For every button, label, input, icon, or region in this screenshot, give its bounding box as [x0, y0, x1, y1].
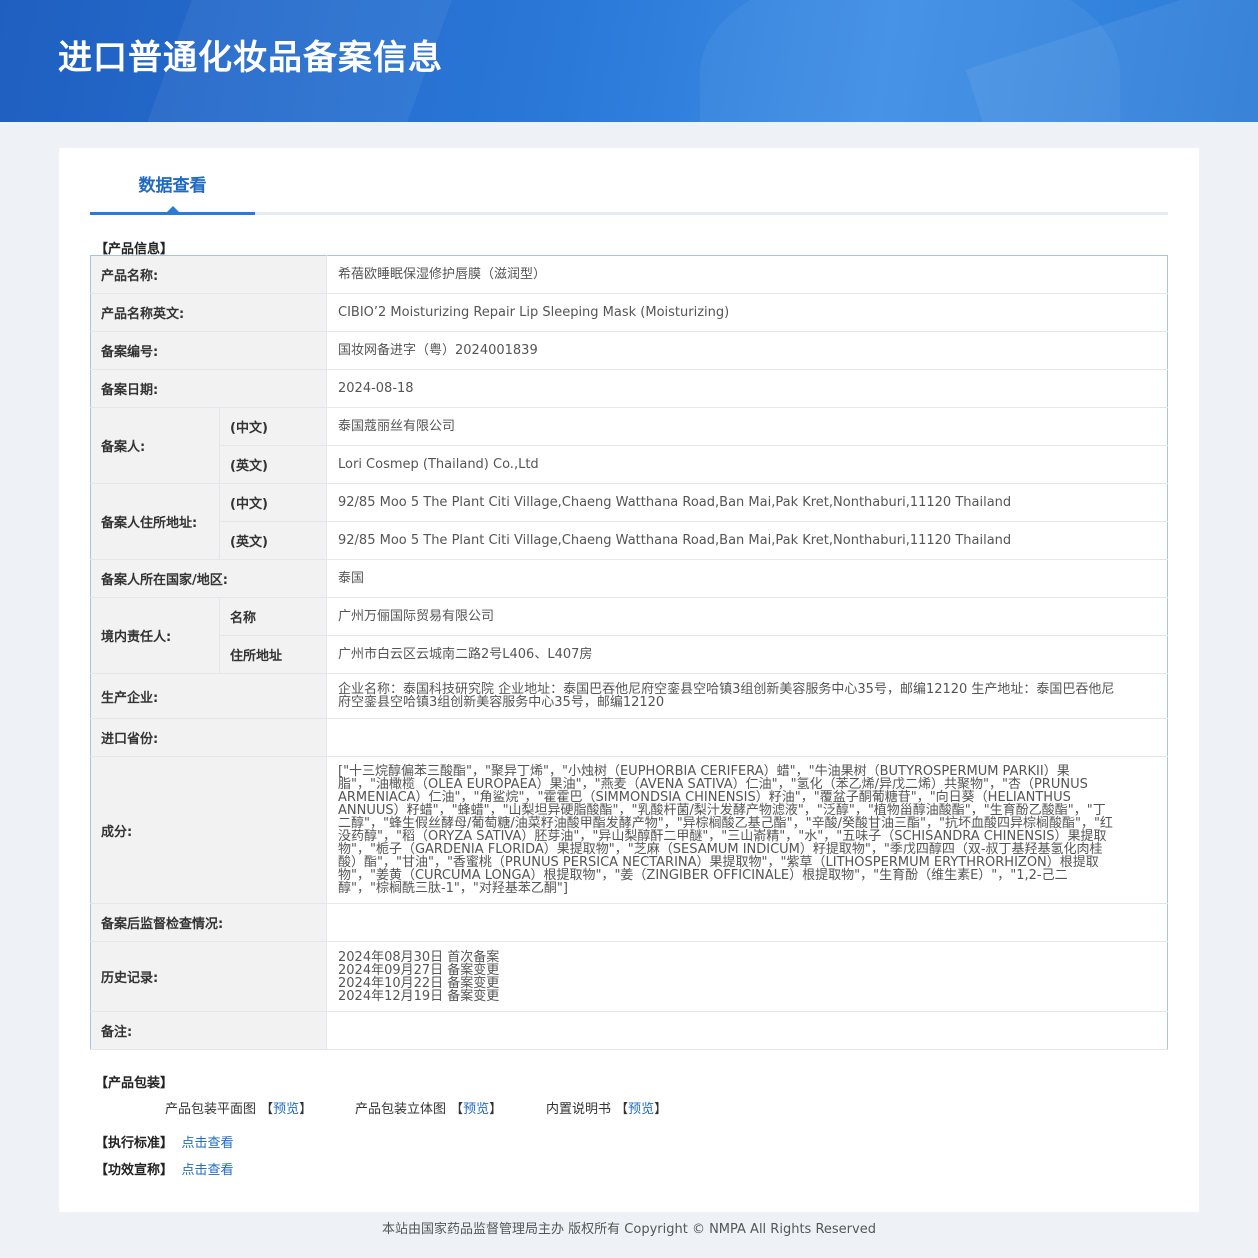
table-row: 产品名称英文: CIBIO’2 Moisturizing Repair Lip …	[90, 293, 1168, 332]
package-3d-preview-link[interactable]: 预览	[463, 1102, 489, 1117]
table-row: (英文) 92/85 Moo 5 The Plant Citi Village,…	[91, 521, 1168, 560]
package-3d-item: 产品包装立体图 【预览】	[355, 1098, 502, 1117]
product-info-table: 产品名称: 希蓓欧睡眠保湿修护唇膜（滋润型） 产品名称英文: CIBIO’2 M…	[90, 255, 1168, 1050]
registration-date-value: 2024-08-18	[326, 369, 1168, 408]
supervision-value	[326, 903, 1168, 942]
history-item: 2024年09月27日 备案变更	[338, 962, 500, 978]
product-name-en-value: CIBIO’2 Moisturizing Repair Lip Sleeping…	[326, 293, 1168, 332]
row-label: 备注:	[90, 1011, 327, 1050]
package-flat-label: 产品包装平面图 【	[165, 1102, 274, 1117]
content-card: 数据查看 【产品信息】 产品名称: 希蓓欧睡眠保湿修护唇膜（滋润型） 产品名称英…	[59, 148, 1199, 1212]
row-sublabel: (中文)	[219, 407, 327, 446]
section-packaging: 【产品包装】	[95, 1076, 174, 1091]
table-row: 生产企业: 企业名称：泰国科技研究院 企业地址：泰国巴吞他尼府空銮县空哈镇3组创…	[90, 673, 1168, 719]
efficacy-label: 【功效宣称】	[95, 1163, 174, 1178]
manual-item: 内置说明书 【预览】	[546, 1098, 667, 1117]
table-row: 备案后监督检查情况:	[90, 903, 1168, 942]
package-flat-preview-link[interactable]: 预览	[273, 1102, 299, 1117]
row-label: 成分:	[90, 756, 327, 904]
row-sublabel: 住所地址	[219, 635, 327, 674]
tab-bar: 数据查看	[90, 148, 1168, 215]
history-value: 2024年08月30日 首次备案 2024年09月27日 备案变更 2024年1…	[326, 941, 1168, 1012]
remark-value	[326, 1011, 1168, 1050]
row-label: 备案编号:	[90, 331, 327, 370]
page-title: 进口普通化妆品备案信息	[58, 38, 443, 78]
country-value: 泰国	[326, 559, 1168, 598]
row-label: 产品名称英文:	[90, 293, 327, 332]
row-label: 备案人住所地址:	[90, 483, 220, 560]
table-row: 历史记录: 2024年08月30日 首次备案 2024年09月27日 备案变更 …	[90, 941, 1168, 1012]
row-sublabel: 名称	[219, 597, 327, 636]
table-row: 备案人: (中文) 泰国蔻丽丝有限公司	[90, 407, 1168, 484]
registration-number-value: 国妆网备进字（粤）2024001839	[326, 331, 1168, 370]
history-item: 2024年10月22日 备案变更	[338, 975, 500, 991]
table-row: 备案日期: 2024-08-18	[90, 369, 1168, 408]
row-sublabel: (英文)	[219, 521, 327, 560]
row-label: 备案后监督检查情况:	[90, 903, 327, 942]
efficacy-view-link[interactable]: 点击查看	[182, 1163, 234, 1178]
product-name-value: 希蓓欧睡眠保湿修护唇膜（滋润型）	[326, 255, 1168, 294]
row-label: 历史记录:	[90, 941, 327, 1012]
table-row: (英文) Lori Cosmep (Thailand) Co.,Ltd	[91, 445, 1168, 484]
tab-data-view[interactable]: 数据查看	[90, 148, 255, 215]
table-row: 备案人所在国家/地区: 泰国	[90, 559, 1168, 598]
section-standard: 【执行标准】 点击查看	[95, 1132, 234, 1151]
bracket-end: 】	[489, 1102, 503, 1117]
row-label: 境内责任人:	[90, 597, 220, 674]
footer-copyright: 本站由国家药品监督管理局主办 版权所有 Copyright © NMPA All…	[382, 1222, 876, 1237]
standard-label: 【执行标准】	[95, 1136, 174, 1151]
table-row: 成分: ["十三烷醇偏苯三酸酯"，"聚异丁烯"，"小烛树（EUPHORBIA C…	[90, 756, 1168, 904]
ingredients-value: ["十三烷醇偏苯三酸酯"，"聚异丁烯"，"小烛树（EUPHORBIA CERIF…	[326, 756, 1168, 904]
bracket-end: 】	[299, 1102, 313, 1117]
section-efficacy: 【功效宣称】 点击查看	[95, 1159, 234, 1178]
tab-caret-icon	[167, 206, 179, 212]
table-row: 进口省份:	[90, 718, 1168, 757]
table-row: 备案编号: 国妆网备进字（粤）2024001839	[90, 331, 1168, 370]
manufacturer-value: 企业名称：泰国科技研究院 企业地址：泰国巴吞他尼府空銮县空哈镇3组创新美容服务中…	[326, 673, 1168, 719]
import-province-value	[326, 718, 1168, 757]
applicant-en-value: Lori Cosmep (Thailand) Co.,Ltd	[326, 445, 1168, 484]
row-label: 生产企业:	[90, 673, 327, 719]
history-item: 2024年12月19日 备案变更	[338, 988, 500, 1004]
row-sublabel: (中文)	[219, 483, 327, 522]
table-row: 境内责任人: 名称 广州万俪国际贸易有限公司	[90, 597, 1168, 674]
package-3d-label: 产品包装立体图 【	[355, 1102, 464, 1117]
row-label: 备案日期:	[90, 369, 327, 408]
domestic-address-value: 广州市白云区云城南二路2号L406、L407房	[326, 635, 1168, 674]
bracket-end: 】	[654, 1102, 668, 1117]
page-header: 进口普通化妆品备案信息	[0, 0, 1258, 122]
table-row: 产品名称: 希蓓欧睡眠保湿修护唇膜（滋润型）	[90, 255, 1168, 294]
domestic-name-value: 广州万俪国际贸易有限公司	[326, 597, 1168, 636]
address-en-value: 92/85 Moo 5 The Plant Citi Village,Chaen…	[326, 521, 1168, 560]
row-label: 进口省份:	[90, 718, 327, 757]
applicant-cn-value: 泰国蔻丽丝有限公司	[326, 407, 1168, 446]
manual-preview-link[interactable]: 预览	[628, 1102, 654, 1117]
row-sublabel: (英文)	[219, 445, 327, 484]
row-label: 备案人所在国家/地区:	[90, 559, 327, 598]
address-cn-value: 92/85 Moo 5 The Plant Citi Village,Chaen…	[326, 483, 1168, 522]
package-flat-item: 产品包装平面图 【预览】	[165, 1098, 312, 1117]
history-item: 2024年08月30日 首次备案	[338, 949, 500, 965]
table-row: 备案人住所地址: (中文) 92/85 Moo 5 The Plant Citi…	[90, 483, 1168, 560]
row-label: 备案人:	[90, 407, 220, 484]
table-row: 住所地址 广州市白云区云城南二路2号L406、L407房	[91, 635, 1168, 674]
manual-label: 内置说明书 【	[546, 1102, 629, 1117]
standard-view-link[interactable]: 点击查看	[182, 1136, 234, 1151]
row-label: 产品名称:	[90, 255, 327, 294]
table-row: 备注:	[90, 1011, 1168, 1050]
